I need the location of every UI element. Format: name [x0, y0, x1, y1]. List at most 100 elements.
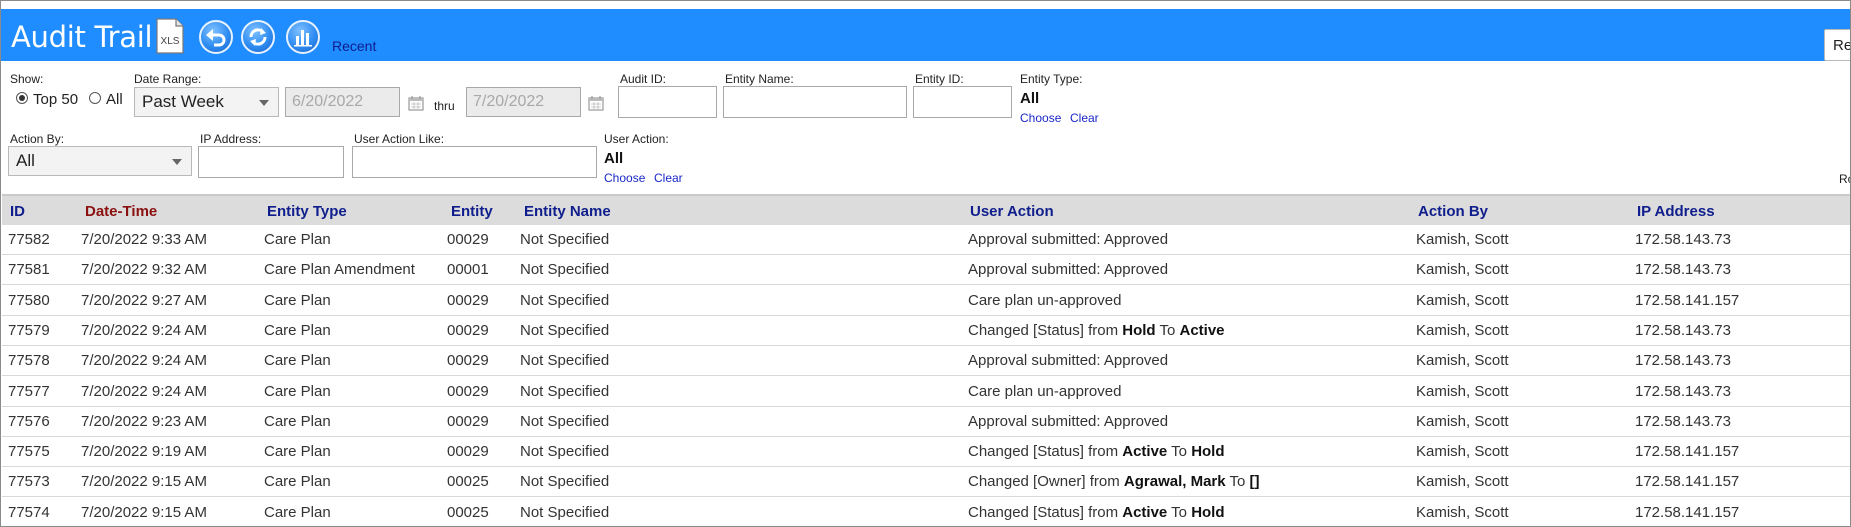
cell-action-by: Kamish, Scott [1416, 503, 1509, 521]
cell-date-time: 7/20/2022 9:33 AM [81, 231, 207, 248]
cell-action-by: Kamish, Scott [1416, 473, 1509, 491]
column-header-ip-address[interactable]: IP Address [1637, 203, 1715, 220]
cell-user-action: Approval submitted: Approved [968, 352, 1168, 369]
entity-name-input[interactable] [723, 86, 907, 118]
cell-entity-type: Care Plan [264, 503, 331, 521]
calendar-icon[interactable] [408, 95, 424, 111]
cell-id: 77575 [8, 443, 50, 461]
column-header-id[interactable]: ID [10, 203, 25, 220]
action-text: To [1167, 443, 1192, 461]
table-row[interactable]: 77579 7/20/2022 9:24 AM Care Plan 00029 Not … [2, 316, 1850, 346]
cell-entity-type: Care Plan [264, 443, 331, 461]
table-row[interactable]: 77578 7/20/2022 9:24 AM Care Plan 00029 Not … [2, 346, 1850, 377]
cell-id: 77582 [8, 231, 50, 248]
cell-user-action: Approval submitted: Approved [968, 413, 1168, 430]
table-row[interactable]: 77577 7/20/2022 9:24 AM Care Plan 00029 Not … [2, 377, 1850, 407]
cell-date-time: 7/20/2022 9:15 AM [81, 503, 207, 521]
cell-entity-name: Not Specified [520, 261, 610, 279]
cell-date-time: 7/20/2022 9:15 AM [81, 473, 207, 491]
action-text: Approval submitted: Approved [968, 412, 1169, 430]
cell-user-action: Care plan un-approved [968, 292, 1121, 309]
date-from-input[interactable] [285, 87, 400, 117]
action-value: Hold [1191, 443, 1225, 461]
refresh-button[interactable] [241, 20, 275, 54]
column-header-entity[interactable]: Entity [451, 203, 493, 220]
action-text: Changed [Status] from [968, 503, 1123, 521]
date-range-value: Past Week [142, 92, 224, 111]
cell-entity-name: Not Specified [520, 443, 610, 461]
table-row[interactable]: 77576 7/20/2022 9:23 AM Care Plan 00029 Not … [2, 407, 1850, 437]
date-range-select[interactable]: Past Week [134, 87, 279, 117]
column-header-user-action[interactable]: User Action [970, 203, 1054, 220]
show-top50-radio[interactable] [16, 92, 28, 104]
cell-id: 77574 [8, 503, 50, 521]
report-button[interactable]: Re [1824, 29, 1850, 61]
cell-ip-address: 172.58.141.157 [1635, 443, 1740, 461]
xls-export-icon[interactable]: XLS [155, 18, 185, 54]
cell-ip-address: 172.58.143.73 [1635, 412, 1731, 430]
calendar-icon[interactable] [588, 95, 604, 111]
recent-link[interactable]: Recent [332, 38, 376, 54]
cell-id: 77581 [8, 261, 50, 279]
cell-ip-address: 172.58.141.157 [1635, 473, 1740, 491]
entity-type-choose-link[interactable]: Choose [1020, 111, 1061, 125]
audit-id-input[interactable] [618, 86, 717, 118]
action-text: Approval submitted: Approved [968, 261, 1169, 279]
entity-id-input[interactable] [913, 86, 1012, 118]
date-to-input[interactable] [466, 87, 581, 117]
action-value: Hold [1122, 321, 1156, 339]
entity-type-value: All [1020, 90, 1040, 107]
table-row[interactable]: 77582 7/20/2022 9:33 AM Care Plan 00029 Not … [2, 225, 1850, 255]
action-by-value: All [16, 151, 35, 170]
cell-entity: 00029 [447, 231, 489, 248]
cell-ip-address: 172.58.143.73 [1635, 321, 1731, 339]
action-text: Changed [Status] from [968, 321, 1123, 339]
action-text: To [1155, 321, 1180, 339]
user-action-clear-link[interactable]: Clear [654, 171, 683, 185]
cell-entity: 00029 [447, 291, 489, 309]
action-text: Care plan un-approved [968, 382, 1122, 400]
cell-ip-address: 172.58.143.73 [1635, 352, 1731, 370]
undo-button[interactable] [199, 20, 233, 54]
table-row[interactable]: 77573 7/20/2022 9:15 AM Care Plan 00025 Not … [2, 467, 1850, 498]
chart-button[interactable] [286, 20, 320, 54]
cell-date-time: 7/20/2022 9:24 AM [81, 321, 207, 339]
cell-action-by: Kamish, Scott [1416, 443, 1509, 461]
cell-user-action: Care plan un-approved [968, 383, 1121, 400]
table-row[interactable]: 77581 7/20/2022 9:32 AM Care Plan Amendmen… [2, 255, 1850, 286]
table-row[interactable]: 77574 7/20/2022 9:15 AM Care Plan 00025 Not … [2, 498, 1850, 526]
action-text: To [1225, 473, 1250, 491]
cell-user-action: Changed [Owner] from Agrawal, Mark To [] [968, 473, 1260, 490]
column-header-action-by[interactable]: Action By [1418, 203, 1488, 220]
audit-id-label: Audit ID: [620, 72, 667, 86]
entity-type-clear-link[interactable]: Clear [1070, 111, 1099, 125]
user-action-choose-link[interactable]: Choose [604, 171, 645, 185]
cell-user-action: Approval submitted: Approved [968, 231, 1168, 248]
cell-entity-type: Care Plan [264, 291, 331, 309]
table-header: ID Date-Time Entity Type Entity Entity Name U… [2, 194, 1850, 225]
ip-address-input[interactable] [198, 146, 344, 178]
action-value: Active [1122, 503, 1168, 521]
action-text: Approval submitted: Approved [968, 231, 1169, 248]
cell-user-action: Changed [Status] from Active To Hold [968, 443, 1225, 460]
entity-name-label: Entity Name: [725, 72, 794, 86]
cell-entity-type: Care Plan [264, 382, 331, 400]
action-by-select[interactable]: All [8, 146, 192, 176]
action-text: To [1167, 503, 1192, 521]
date-range-label: Date Range: [134, 72, 202, 86]
show-all-radio[interactable] [89, 92, 101, 104]
action-value: Active [1122, 443, 1168, 461]
column-header-entity-name[interactable]: Entity Name [524, 203, 611, 220]
cell-entity: 00029 [447, 412, 489, 430]
column-header-entity-type[interactable]: Entity Type [267, 203, 347, 220]
table-row[interactable]: 77575 7/20/2022 9:19 AM Care Plan 00029 Not … [2, 437, 1850, 468]
chevron-down-icon [259, 100, 269, 106]
action-text: Approval submitted: Approved [968, 352, 1169, 370]
column-header-date-time[interactable]: Date-Time [85, 203, 157, 220]
cell-id: 77580 [8, 291, 50, 309]
user-action-like-input[interactable] [352, 146, 597, 178]
table-row[interactable]: 77580 7/20/2022 9:27 AM Care Plan 00029 Not … [2, 286, 1850, 316]
undo-arrow-icon [206, 29, 226, 47]
entity-type-label: Entity Type: [1020, 72, 1083, 86]
cell-action-by: Kamish, Scott [1416, 382, 1509, 400]
